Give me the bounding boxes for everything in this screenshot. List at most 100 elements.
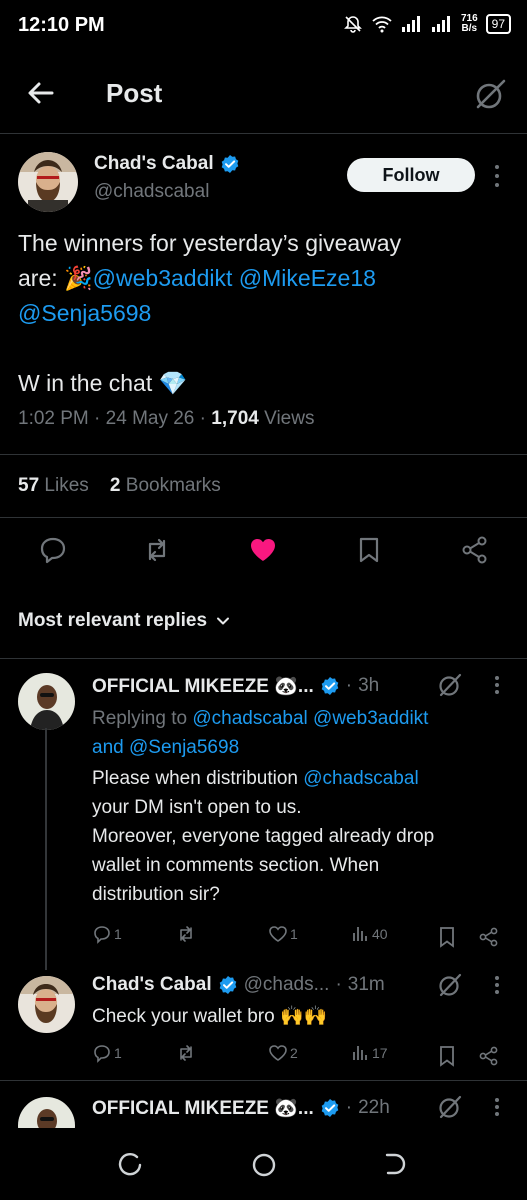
reply-text-line: wallet in comments section. When xyxy=(92,855,380,876)
divider xyxy=(0,517,527,518)
share-icon[interactable] xyxy=(460,535,490,565)
reply-time[interactable]: 31m xyxy=(348,974,385,996)
reply-text: Check your wallet bro 🙌🙌 xyxy=(92,1006,328,1027)
reply-avatar[interactable] xyxy=(18,1097,75,1129)
likes-stat[interactable]: 57 Likes xyxy=(18,475,89,496)
post-text: The winners for yesterday’s giveaway are… xyxy=(18,226,498,401)
views-bar-icon xyxy=(353,927,367,941)
reply-3-container: OFFICIAL MIKEEZE 🐼... · 22h xyxy=(0,1081,527,1129)
back-nav-icon[interactable] xyxy=(382,1152,408,1178)
like-heart-icon[interactable] xyxy=(248,535,278,565)
reply-time[interactable]: 22h xyxy=(358,1097,390,1119)
views-label: Views xyxy=(264,408,315,429)
recent-apps-icon[interactable] xyxy=(118,1152,144,1178)
grok-icon[interactable] xyxy=(473,78,507,112)
like-button[interactable]: 1 xyxy=(268,924,298,944)
post-stats: 57 Likes 2 Bookmarks xyxy=(18,475,221,497)
views-count: 1,704 xyxy=(211,408,259,429)
reply-action-bar: 1 2 17 xyxy=(92,1043,522,1069)
bookmark-icon[interactable] xyxy=(437,926,457,948)
page-title: Post xyxy=(106,78,163,108)
reply-icon[interactable] xyxy=(38,535,68,565)
reply-avatar[interactable] xyxy=(18,673,75,730)
replies-sort-dropdown[interactable]: Most relevant replies xyxy=(18,610,231,632)
author-avatar[interactable] xyxy=(18,152,78,212)
avatar-image xyxy=(18,152,78,212)
verified-badge-icon xyxy=(321,1099,339,1117)
heart-icon xyxy=(269,1045,287,1061)
more-options-icon[interactable] xyxy=(494,976,500,994)
more-options-icon[interactable] xyxy=(494,1098,500,1116)
repost-icon[interactable] xyxy=(142,535,172,565)
views-button[interactable]: 17 xyxy=(350,1043,388,1063)
grok-icon[interactable] xyxy=(437,972,463,998)
mention-link[interactable]: @chadscabal xyxy=(303,768,418,789)
verified-badge-icon xyxy=(221,155,238,173)
status-icons: 716 B/s 97 xyxy=(343,14,511,34)
reply-count: 1 xyxy=(114,1045,122,1061)
reply-icon xyxy=(94,926,110,944)
reply-text: Please when distribution @chadscabal you… xyxy=(92,764,512,909)
replying-prefix: Replying to xyxy=(92,708,188,729)
mention-link[interactable]: @Senja5698 xyxy=(129,737,239,758)
reply-button[interactable]: 1 xyxy=(92,924,122,944)
grok-icon[interactable] xyxy=(437,1094,463,1120)
avatar-image xyxy=(18,673,75,730)
divider xyxy=(0,454,527,455)
reply-text-line: your DM isn't open to us. xyxy=(92,797,302,818)
author-handle[interactable]: @chadscabal xyxy=(94,181,209,203)
reply-text-line: Please when distribution xyxy=(92,768,298,789)
repost-icon xyxy=(180,1045,192,1061)
reply-author-name-text: Chad's Cabal xyxy=(92,974,212,995)
author-name-text: Chad's Cabal xyxy=(94,153,214,174)
reply-time[interactable]: 3h xyxy=(358,675,379,697)
reply-handle[interactable]: @chads... xyxy=(244,974,330,996)
reply-button[interactable]: 1 xyxy=(92,1043,122,1063)
follow-button[interactable]: Follow xyxy=(347,158,475,192)
like-button[interactable]: 2 xyxy=(268,1043,298,1063)
post-action-bar xyxy=(0,535,527,575)
share-icon[interactable] xyxy=(478,1045,500,1067)
more-options-icon[interactable] xyxy=(494,165,500,187)
post-text-line4: W in the chat 💎 xyxy=(18,370,188,396)
mute-icon xyxy=(344,16,362,33)
sort-label: Most relevant replies xyxy=(18,610,208,631)
reply-action-bar: 1 1 40 xyxy=(92,924,522,950)
post-time[interactable]: 1:02 PM xyxy=(18,408,89,429)
bookmark-icon[interactable] xyxy=(354,535,384,565)
reply-count: 1 xyxy=(114,926,122,942)
mention-link[interactable]: @chadscabal xyxy=(192,708,307,729)
author-name[interactable]: Chad's Cabal xyxy=(94,153,240,175)
back-arrow-icon[interactable] xyxy=(26,78,56,108)
net-speed: 716 B/s xyxy=(461,14,478,34)
views-bar-icon xyxy=(353,1046,367,1060)
post-date[interactable]: 24 May 26 xyxy=(106,408,195,429)
bookmark-icon[interactable] xyxy=(437,1045,457,1067)
post-text-line2-prefix: are: 🎉 xyxy=(18,265,93,291)
views-button[interactable]: 40 xyxy=(350,924,388,944)
home-icon[interactable] xyxy=(251,1152,277,1178)
share-icon[interactable] xyxy=(478,926,500,948)
mention-link[interactable]: @Senja5698 xyxy=(18,300,151,326)
reply-author-name[interactable]: OFFICIAL MIKEEZE 🐼... · 3h xyxy=(92,674,379,698)
grok-icon[interactable] xyxy=(437,672,463,698)
bookmarks-stat[interactable]: 2 Bookmarks xyxy=(110,475,221,496)
more-options-icon[interactable] xyxy=(494,676,500,694)
wifi-icon xyxy=(372,16,392,33)
divider xyxy=(0,658,527,659)
mention-link[interactable]: @MikeEze18 xyxy=(239,265,376,291)
avatar-image xyxy=(18,976,75,1033)
battery-icon: 97 xyxy=(485,14,511,34)
mention-link[interactable]: @web3addikt xyxy=(93,265,233,291)
repost-button[interactable] xyxy=(176,924,196,944)
repost-button[interactable] xyxy=(176,1043,196,1063)
reply-author-name[interactable]: OFFICIAL MIKEEZE 🐼... · 22h xyxy=(92,1096,390,1120)
mention-link[interactable]: @web3addikt xyxy=(313,708,428,729)
like-count: 2 xyxy=(290,1045,298,1061)
chevron-down-icon xyxy=(217,617,230,625)
reply-avatar[interactable] xyxy=(18,976,75,1033)
likes-count: 57 xyxy=(18,475,40,496)
verified-badge-icon xyxy=(321,677,339,695)
reply-author-name[interactable]: Chad's Cabal @chads... · 31m xyxy=(92,974,385,996)
net-speed-unit: B/s xyxy=(461,23,478,34)
